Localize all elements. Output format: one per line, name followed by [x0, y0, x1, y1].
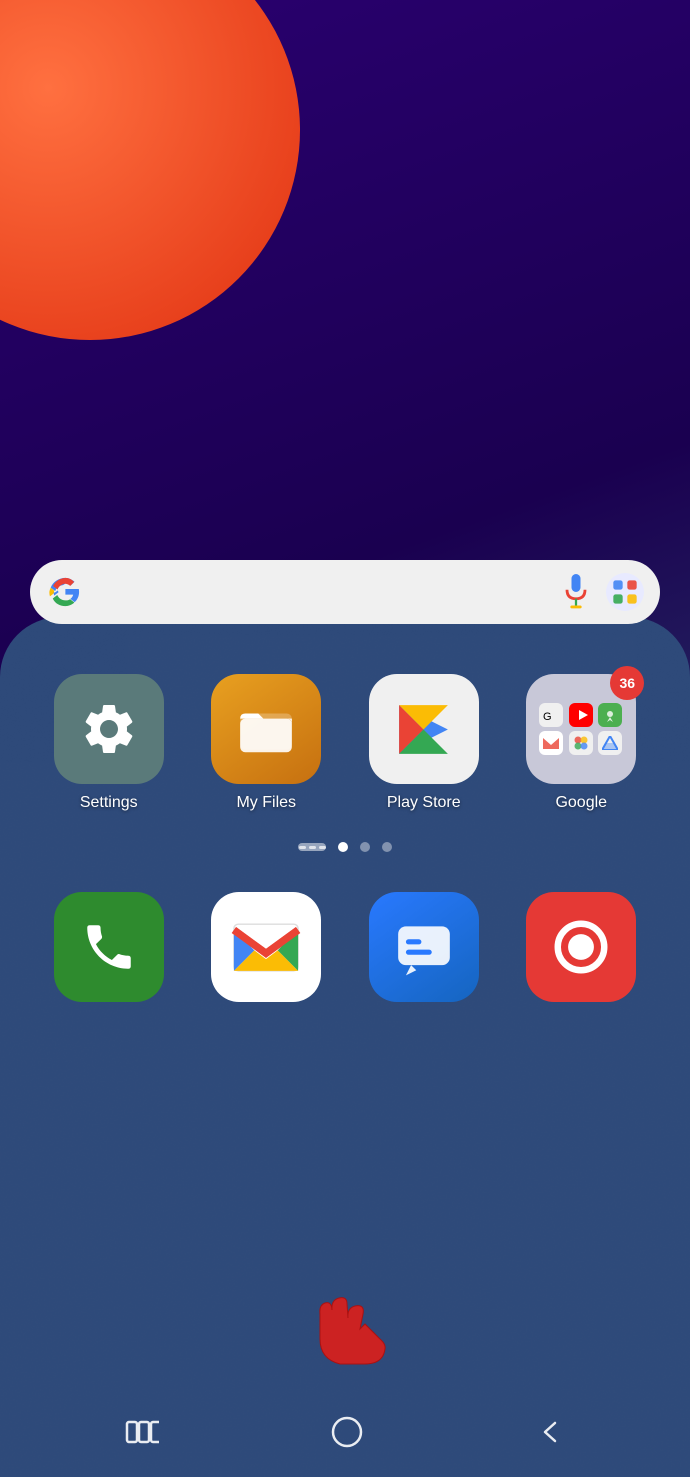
folder-icon-gmail — [539, 731, 563, 755]
page-indicator-dot-2[interactable] — [382, 842, 392, 852]
settings-app-icon — [54, 674, 164, 784]
folder-grid: G — [539, 703, 623, 755]
myfiles-app-label: My Files — [236, 794, 296, 812]
home-button[interactable] — [329, 1414, 365, 1450]
main-apps-grid: Settings My Files — [20, 674, 670, 812]
folder-icon-photos — [569, 731, 593, 755]
badge-count: 36 — [610, 666, 644, 700]
google-search-bar[interactable] — [30, 560, 660, 624]
myfiles-app-icon — [211, 674, 321, 784]
navigation-bar — [0, 1387, 690, 1477]
status-bar — [0, 0, 690, 40]
folder-icon-drive — [598, 731, 622, 755]
page-indicator-dot-1[interactable] — [360, 842, 370, 852]
search-bar-container — [30, 560, 660, 624]
gmail-app-icon — [211, 892, 321, 1002]
myfiles-app[interactable]: My Files — [188, 674, 346, 812]
folder-icon-google: G — [539, 703, 563, 727]
screen-recorder-app[interactable] — [503, 892, 661, 1002]
back-button[interactable] — [535, 1417, 565, 1447]
indicator-line-3 — [319, 846, 326, 849]
playstore-app-icon — [369, 674, 479, 784]
playstore-app-label: Play Store — [387, 794, 461, 812]
indicator-line-1 — [299, 846, 306, 849]
settings-app-label: Settings — [80, 794, 138, 812]
dock-apps-grid — [20, 892, 670, 1002]
google-logo-icon — [46, 573, 84, 611]
folder-icon-maps — [598, 703, 622, 727]
google-folder-app[interactable]: G — [503, 674, 661, 812]
page-indicator-active[interactable] — [338, 842, 348, 852]
messages-app[interactable] — [345, 892, 503, 1002]
messages-app-icon — [369, 892, 479, 1002]
gmail-app[interactable] — [188, 892, 346, 1002]
phone-app-icon — [54, 892, 164, 1002]
recents-button[interactable] — [125, 1418, 159, 1446]
svg-text:G: G — [543, 711, 552, 723]
voice-search-icon[interactable] — [558, 574, 594, 610]
folder-icon-youtube — [569, 703, 593, 727]
screen-recorder-app-icon — [526, 892, 636, 1002]
google-folder-label: Google — [555, 794, 607, 812]
phone-app[interactable] — [30, 892, 188, 1002]
settings-app[interactable]: Settings — [30, 674, 188, 812]
hand-cursor-overlay — [315, 1294, 395, 1379]
screen-content: Settings My Files — [0, 0, 690, 1477]
google-lens-icon[interactable] — [606, 573, 644, 611]
page-indicators — [0, 842, 690, 852]
page-indicator-lines — [298, 843, 326, 851]
indicator-line-2 — [309, 846, 316, 849]
playstore-app[interactable]: Play Store — [345, 674, 503, 812]
